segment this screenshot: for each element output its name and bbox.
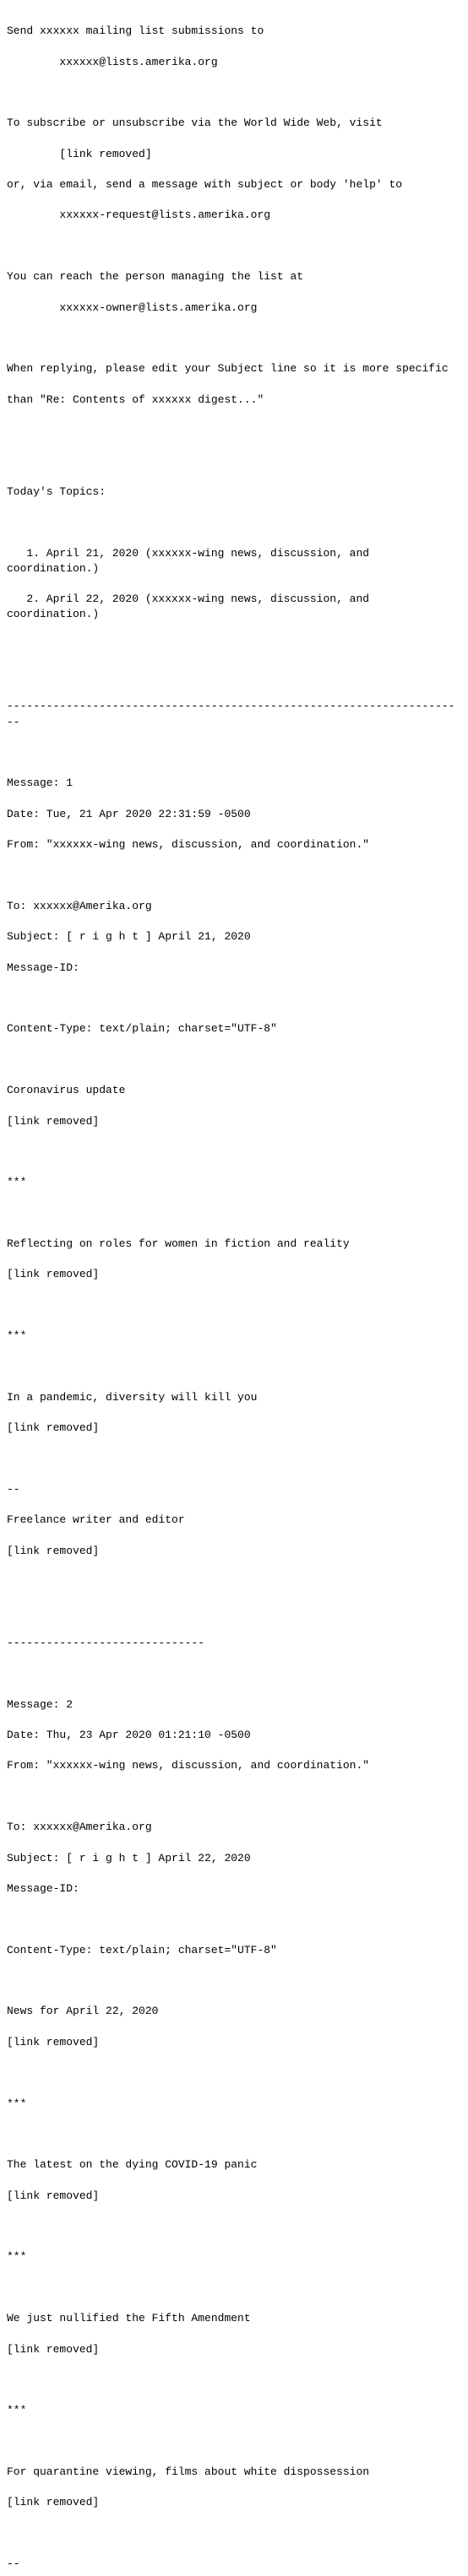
msg1-item3-title: In a pandemic, diversity will kill you — [7, 1391, 257, 1404]
msg2-stars3: *** — [7, 2404, 26, 2416]
reach-email: xxxxxx-owner@lists.amerika.org — [7, 301, 257, 314]
msg1-item3-link: [link removed] — [7, 1421, 99, 1434]
msg1-to: To: xxxxxx@Amerika.org — [7, 900, 152, 912]
topic-item1: 1. April 21, 2020 (xxxxxx-wing news, dis… — [7, 547, 376, 575]
msg2-stars1: *** — [7, 2097, 26, 2110]
msg2-message-id: Message-ID: — [7, 1882, 79, 1895]
msg1-message-id: Message-ID: — [7, 961, 79, 974]
msg2-item3-title: We just nullified the Fifth Amendment — [7, 2312, 251, 2324]
msg2-item4-link: [link removed] — [7, 2496, 99, 2508]
msg1-content-type: Content-Type: text/plain; charset="UTF-8… — [7, 1022, 277, 1035]
msg2-header: Message: 2 — [7, 1698, 73, 1711]
msg1-stars2: *** — [7, 1329, 26, 1342]
msg2-item2-title: The latest on the dying COVID-19 panic — [7, 2158, 257, 2171]
msg2-sig-dash: -- — [7, 2557, 20, 2570]
msg1-item1-link: [link removed] — [7, 1115, 99, 1128]
reply-line2: than "Re: Contents of xxxxxx digest..." — [7, 393, 264, 406]
divider2: ------------------------------ — [7, 1637, 204, 1649]
msg1-item1-title: Coronavirus update — [7, 1084, 125, 1096]
send-line: Send xxxxxx mailing list submissions to — [7, 24, 264, 37]
divider1: ----------------------------------------… — [7, 700, 455, 728]
send-email: xxxxxx@lists.amerika.org — [7, 56, 218, 68]
msg1-subject: Subject: [ r i g h t ] April 21, 2020 — [7, 930, 251, 943]
msg2-from: From: "xxxxxx-wing news, discussion, and… — [7, 1759, 369, 1772]
msg1-item2-link: [link removed] — [7, 1268, 99, 1280]
msg1-header: Message: 1 — [7, 777, 73, 789]
subscribe-link: [link removed] — [7, 148, 152, 160]
msg2-item1-title: News for April 22, 2020 — [7, 2005, 158, 2017]
msg1-sig-dash: -- — [7, 1483, 20, 1496]
subscribe-email-line: or, via email, send a message with subje… — [7, 178, 402, 191]
topic-item2: 2. April 22, 2020 (xxxxxx-wing news, dis… — [7, 593, 376, 620]
msg1-sig-link: [link removed] — [7, 1545, 99, 1557]
topics-heading: Today's Topics: — [7, 485, 106, 498]
msg2-date: Date: Thu, 23 Apr 2020 01:21:10 -0500 — [7, 1729, 251, 1741]
msg1-date: Date: Tue, 21 Apr 2020 22:31:59 -0500 — [7, 808, 251, 820]
msg2-item3-link: [link removed] — [7, 2343, 99, 2356]
msg2-item1-link: [link removed] — [7, 2036, 99, 2048]
msg2-subject: Subject: [ r i g h t ] April 22, 2020 — [7, 1852, 251, 1864]
msg2-content-type: Content-Type: text/plain; charset="UTF-8… — [7, 1944, 277, 1956]
reply-line1: When replying, please edit your Subject … — [7, 362, 449, 375]
msg2-item4-title: For quarantine viewing, films about whit… — [7, 2465, 369, 2478]
msg2-to: To: xxxxxx@Amerika.org — [7, 1821, 152, 1833]
msg1-from: From: "xxxxxx-wing news, discussion, and… — [7, 838, 369, 851]
subscribe-line: To subscribe or unsubscribe via the Worl… — [7, 116, 383, 129]
msg1-item2-title: Reflecting on roles for women in fiction… — [7, 1237, 350, 1250]
subscribe-email: xxxxxx-request@lists.amerika.org — [7, 208, 270, 221]
msg2-stars2: *** — [7, 2250, 26, 2263]
email-body: Send xxxxxx mailing list submissions to … — [7, 8, 461, 2576]
msg1-stars1: *** — [7, 1176, 26, 1188]
reach-line: You can reach the person managing the li… — [7, 270, 303, 283]
msg1-sig-title: Freelance writer and editor — [7, 1513, 185, 1526]
msg2-item2-link: [link removed] — [7, 2189, 99, 2202]
